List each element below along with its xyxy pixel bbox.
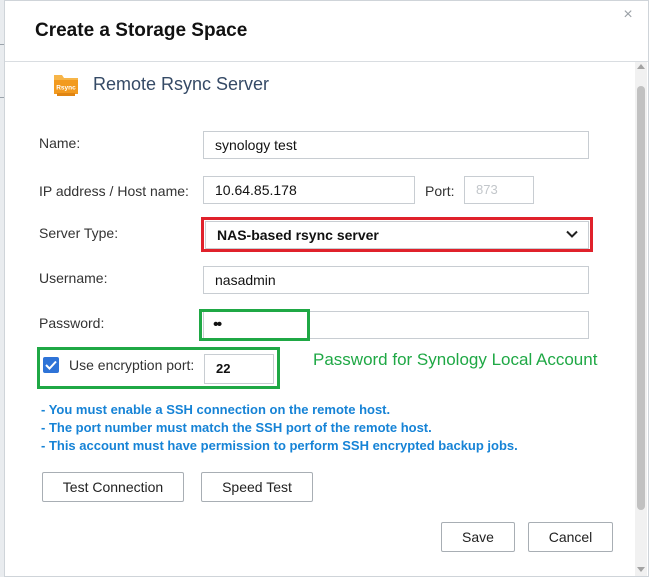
server-type-value: NAS-based rsync server	[217, 227, 379, 243]
host-input[interactable]: 10.64.85.178	[203, 176, 415, 204]
username-input[interactable]: nasadmin	[203, 266, 589, 294]
name-input[interactable]: synology test	[203, 131, 589, 159]
close-icon[interactable]: ×	[620, 7, 636, 23]
rsync-icon-label: Rsync	[56, 85, 76, 92]
port-input[interactable]: 873	[464, 176, 534, 204]
server-type-select[interactable]: NAS-based rsync server	[205, 221, 589, 249]
encryption-checkbox[interactable]	[43, 357, 59, 373]
save-button[interactable]: Save	[441, 522, 515, 552]
section-title: Remote Rsync Server	[93, 74, 270, 94]
host-label: IP address / Host name:	[39, 183, 189, 199]
encryption-label: Use encryption port:	[69, 357, 195, 373]
vertical-scrollbar[interactable]	[635, 62, 647, 576]
scrollbar-thumb[interactable]	[637, 86, 645, 510]
checkmark-icon	[45, 360, 57, 370]
chevron-down-icon	[566, 230, 578, 238]
username-label: Username:	[39, 270, 108, 286]
page: Create a Storage Space × Rsync Remote Rs…	[0, 0, 651, 577]
rsync-folder-icon: Rsync	[51, 69, 81, 99]
password-label: Password:	[39, 315, 105, 331]
password-annotation: Password for Synology Local Account	[313, 350, 598, 369]
scroll-down-arrow-icon[interactable]	[637, 567, 645, 572]
scroll-up-arrow-icon[interactable]	[637, 64, 645, 69]
name-label: Name:	[39, 135, 81, 151]
dialog-title: Create a Storage Space	[35, 20, 248, 41]
speed-test-button[interactable]: Speed Test	[201, 472, 313, 502]
password-input[interactable]: ••	[203, 311, 589, 339]
note-ssh-enable: - You must enable a SSH connection on th…	[41, 402, 391, 417]
create-storage-space-dialog: Create a Storage Space × Rsync Remote Rs…	[4, 0, 649, 577]
port-label: Port:	[425, 183, 455, 199]
encryption-port-input[interactable]: 22	[204, 354, 274, 384]
test-connection-button[interactable]: Test Connection	[42, 472, 184, 502]
note-port-match: - The port number must match the SSH por…	[41, 420, 432, 435]
cancel-button[interactable]: Cancel	[528, 522, 613, 552]
server-type-label: Server Type:	[39, 225, 119, 241]
note-permission: - This account must have permission to p…	[41, 438, 518, 453]
dialog-header: Create a Storage Space ×	[5, 1, 648, 62]
